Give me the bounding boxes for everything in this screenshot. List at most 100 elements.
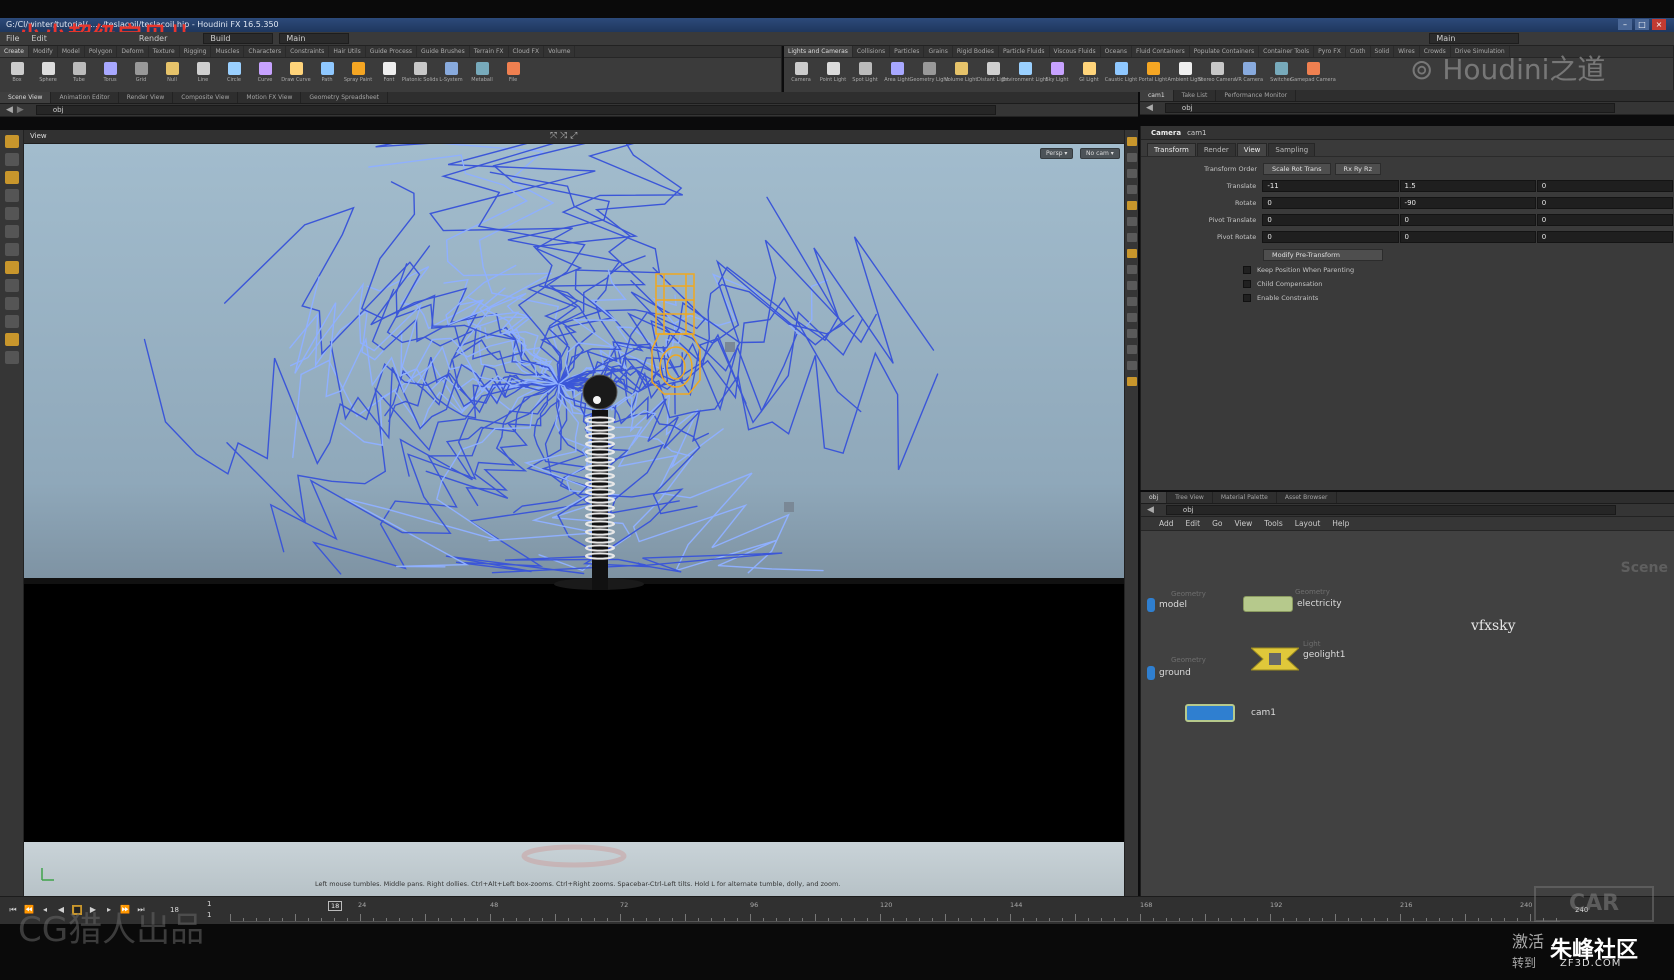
left-panel-tab[interactable]: Animation Editor [51,92,119,103]
network-menu-tools[interactable]: Tools [1264,519,1282,528]
shelf-left-tool-file[interactable]: File [502,60,524,83]
shelf-left-tool-draw-curve[interactable]: Draw Curve [281,60,311,83]
shelf-left-tab[interactable]: Characters [244,46,287,57]
move-tool-icon[interactable] [5,207,19,220]
left-panel-tab[interactable]: Render View [119,92,174,103]
grid-icon[interactable] [1127,281,1137,290]
menu-edit[interactable]: Edit [25,32,53,46]
left-panel-tab[interactable]: Geometry Spreadsheet [301,92,388,103]
network-path-input[interactable]: obj [1165,505,1616,515]
camera-view-icon[interactable] [1127,249,1137,258]
scale-tool-icon[interactable] [5,243,19,256]
minimize-button[interactable]: – [1618,19,1632,30]
network-menu-view[interactable]: View [1234,519,1252,528]
persp-button[interactable]: Persp ▾ [1040,148,1074,159]
menu-file[interactable]: File [0,32,25,46]
cam-button[interactable]: No cam ▾ [1080,148,1120,159]
checkbox-box[interactable] [1243,266,1251,274]
network-tab[interactable]: Asset Browser [1277,492,1337,503]
normals-icon[interactable] [1127,265,1137,274]
back-arrow-icon[interactable]: ◀ [1147,505,1154,515]
shelf-left-tab[interactable]: Modify [29,46,58,57]
shelf-left-tab[interactable]: Create [0,46,29,57]
shelf-left-tab[interactable]: Texture [149,46,180,57]
shelf-left-tab[interactable]: Rigging [180,46,212,57]
shelf-left-tool-platonic-solids[interactable]: Platonic Solids [402,60,438,83]
shelf-right-tool-gi-light[interactable]: GI Light [1078,60,1100,83]
shelf-left-tool-sphere[interactable]: Sphere [37,60,59,83]
shelf-right-tool-sky-light[interactable]: Sky Light [1046,60,1068,83]
maximize-button[interactable]: □ [1635,19,1649,30]
left-panel-tab[interactable]: Scene View [0,92,52,103]
shelf-left-tab[interactable]: Hair Utils [329,46,366,57]
shelf-right-tool-spot-light[interactable]: Spot Light [852,60,878,83]
shelf-right-tool-point-light[interactable]: Point Light [820,60,846,83]
view-tool-icon[interactable] [5,279,19,292]
modify-pre-transform-button[interactable]: Modify Pre-Transform [1263,248,1383,261]
start-frame-2[interactable]: 1 [207,911,211,919]
shelf-left-tab[interactable]: Polygon [85,46,118,57]
menu-render[interactable]: Render [133,32,173,46]
viewport-arrows-icon[interactable]: ⤧ ⤨ ⤢ [550,131,577,141]
safe-area-icon[interactable] [1127,329,1137,338]
snap-tool-icon[interactable] [5,261,19,274]
right-panel-tab[interactable]: cam1 [1140,90,1174,101]
start-frame[interactable]: 1 [207,900,211,908]
network-tab[interactable]: Tree View [1167,492,1213,503]
shelf-left-tab[interactable]: Model [58,46,85,57]
network-menu-layout[interactable]: Layout [1295,519,1321,528]
light-icon[interactable] [1127,201,1137,210]
checkbox-child-compensation[interactable]: Child Compensation [1141,277,1674,291]
network-menu-help[interactable]: Help [1332,519,1349,528]
ghost-icon[interactable] [1127,345,1137,354]
network-menu-add[interactable]: Add [1159,519,1174,528]
shelf-left-tool-tube[interactable]: Tube [68,60,90,83]
checkbox-enable-constraints[interactable]: Enable Constraints [1141,291,1674,305]
display-option-icon[interactable] [1127,137,1137,146]
param-field-z[interactable]: 0 [1536,196,1674,209]
guide-icon[interactable] [1127,313,1137,322]
shelf-left-tool-spray-paint[interactable]: Spray Paint [344,60,372,83]
template-icon[interactable] [1127,361,1137,370]
shelf-right-tool-environment-light[interactable]: Environment Light [1002,60,1048,83]
checkbox-keep-position-when-parenting[interactable]: Keep Position When Parenting [1141,263,1674,277]
shelf-left-tab[interactable]: Volume [544,46,576,57]
operator-name[interactable]: cam1 [1187,129,1206,137]
workspace-dropdown[interactable]: Main [279,33,350,44]
param-field-x[interactable]: 0 [1262,213,1399,226]
param-field-x[interactable]: 0 [1262,230,1399,243]
shelf-right-tool-distant-light[interactable]: Distant Light [977,60,1009,83]
param-field-y[interactable]: -90 [1399,196,1536,209]
shelf-left-tool-path[interactable]: Path [316,60,338,83]
lock-icon[interactable] [1127,169,1137,178]
shelf-left-tool-null[interactable]: Null [161,60,183,83]
shelf-left-tab[interactable]: Muscles [211,46,245,57]
close-button[interactable]: × [1652,19,1666,30]
shelf-right-tab[interactable]: Viscous Fluids [1050,46,1101,57]
shelf-right-tab[interactable]: Fluid Containers [1132,46,1190,57]
shelf-left-tab[interactable]: Guide Brushes [417,46,470,57]
param-field-y[interactable]: 1.5 [1399,179,1536,192]
param-field-x[interactable]: -11 [1262,179,1399,192]
shelf-left-tab[interactable]: Terrain FX [470,46,509,57]
right-path-input[interactable]: obj [1164,103,1615,113]
right-panel-tab[interactable]: Take List [1174,90,1217,101]
shelf-left-tool-circle[interactable]: Circle [223,60,245,83]
shelf-right-tab[interactable]: Grains [924,46,953,57]
shelf-right-tab[interactable]: Solid [1371,46,1395,57]
shelf-right-tool-ambient-light[interactable]: Ambient Light [1167,60,1203,83]
shelf-right-tool-vr-camera[interactable]: VR Camera [1235,60,1263,83]
shelf-right-tab[interactable]: Oceans [1101,46,1132,57]
network-tab[interactable]: Material Palette [1213,492,1277,503]
shelf-right-tool-area-light[interactable]: Area Light [884,60,910,83]
param-tab-transform[interactable]: Transform [1147,143,1196,156]
desktop-dropdown[interactable]: Build [203,33,274,44]
shelf-right-tab[interactable]: Rigid Bodies [953,46,999,57]
shelf-right-tab[interactable]: Lights and Cameras [784,46,853,57]
point-icon[interactable] [1127,233,1137,242]
shelf-right-tool-caustic-light[interactable]: Caustic Light [1105,60,1137,83]
shelf-right-tab[interactable]: Container Tools [1259,46,1315,57]
camera-tool-icon[interactable] [5,297,19,310]
select-tool-icon[interactable] [5,135,19,148]
back-arrow-icon[interactable]: ◀ [1146,103,1153,113]
